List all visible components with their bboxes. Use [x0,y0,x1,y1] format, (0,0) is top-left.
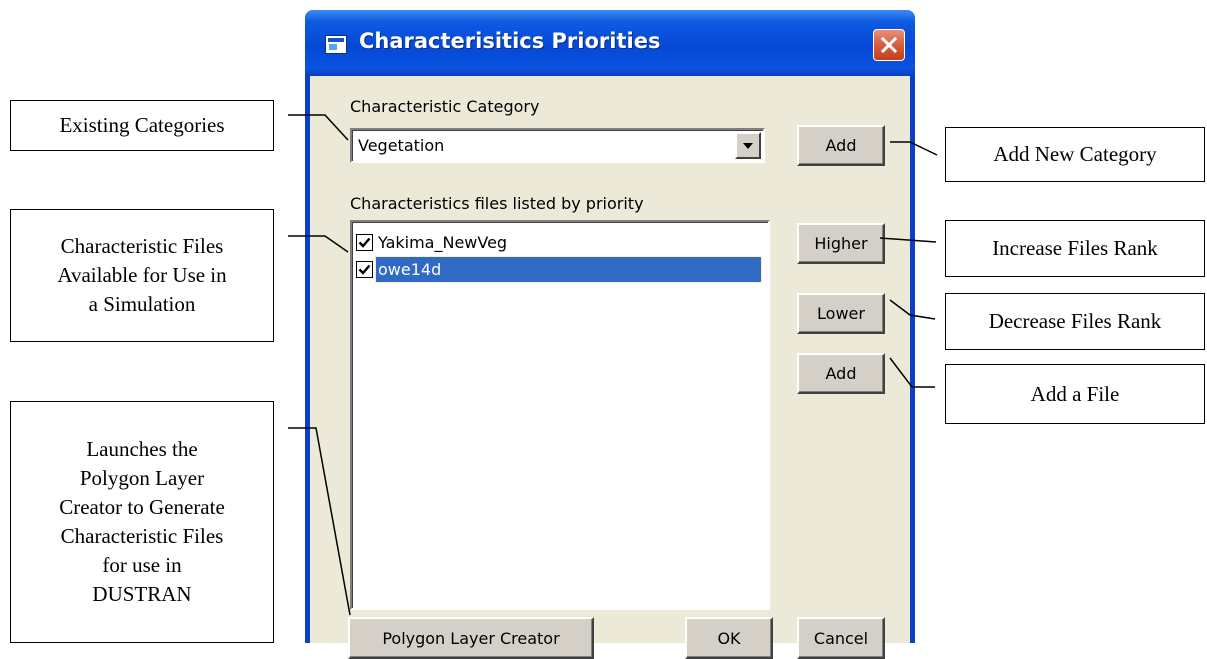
files-label: Characteristics files listed by priority [350,194,644,213]
files-listbox[interactable]: Yakima_NewVeg owe14d [350,220,770,610]
polygon-layer-creator-button[interactable]: Polygon Layer Creator [348,617,594,659]
callout-decrease-rank: Decrease Files Rank [945,293,1205,350]
callout-characteristic-files: Characteristic Files Available for Use i… [10,209,274,342]
category-dropdown[interactable]: Vegetation [350,128,765,163]
callout-decrease-rank-text: Decrease Files Rank [988,309,1162,333]
dropdown-button[interactable] [735,132,761,159]
callout-add-file-text: Add a File [1030,381,1120,406]
cancel-button[interactable]: Cancel [797,617,885,659]
callout-existing-categories: Existing Categories [10,100,274,151]
callout-launches-polygon-text: Launches the Polygon Layer Creator to Ge… [59,437,225,606]
callout-increase-rank: Increase Files Rank [945,220,1205,277]
add-category-button[interactable]: Add [797,125,885,166]
ok-button[interactable]: OK [685,617,773,659]
file-name: Yakima_NewVeg [378,232,508,252]
lower-button[interactable]: Lower [797,293,885,334]
callout-characteristic-files-text: Characteristic Files Available for Use i… [57,234,227,316]
callout-add-new-category: Add New Category [945,127,1205,182]
close-icon [880,36,898,54]
checkmark-icon [358,237,371,248]
callout-add-new-category-text: Add New Category [993,142,1157,166]
category-value: Vegetation [358,136,445,155]
file-checkbox[interactable] [356,233,373,251]
category-label: Characteristic Category [350,97,540,116]
higher-button[interactable]: Higher [797,223,885,264]
callout-increase-rank-text: Increase Files Rank [992,236,1158,260]
file-checkbox[interactable] [356,260,373,278]
list-item[interactable]: Yakima_NewVeg [356,228,509,256]
callout-launches-polygon: Launches the Polygon Layer Creator to Ge… [10,401,274,643]
chevron-down-icon [743,142,753,149]
callout-add-file: Add a File [945,364,1205,424]
dialog-client-area: Characteristic Category Vegetation Add C… [310,76,910,659]
checkmark-icon [358,264,371,275]
window-app-icon [325,35,347,54]
add-file-button[interactable]: Add [797,353,885,394]
file-name: owe14d [375,255,762,283]
callout-existing-categories-text: Existing Categories [59,113,225,137]
close-button[interactable] [873,29,905,61]
title-bar[interactable]: Characterisitics Priorities [305,10,915,76]
window-title: Characterisitics Priorities [359,29,661,53]
list-item[interactable]: owe14d [356,255,762,283]
dialog-window: Characterisitics Priorities Characterist… [305,10,915,659]
